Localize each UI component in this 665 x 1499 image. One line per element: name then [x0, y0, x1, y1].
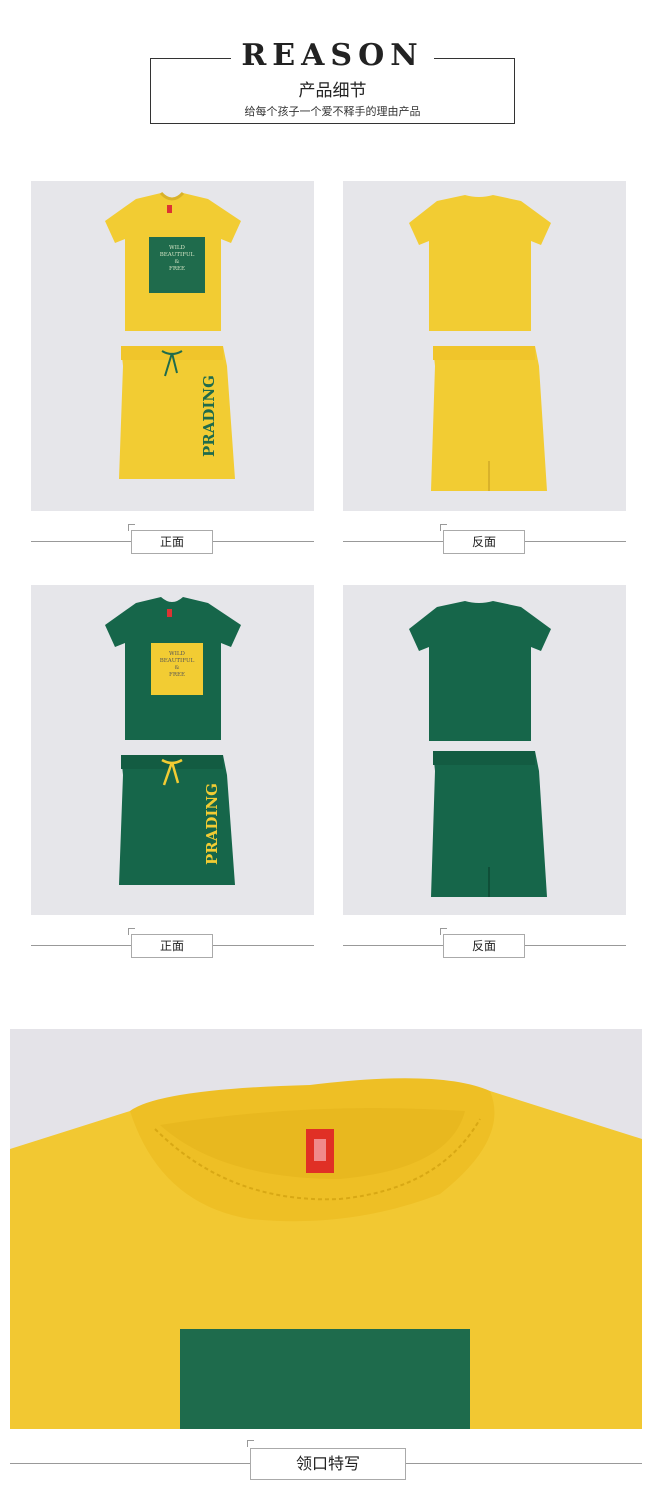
- caption-front: 正面: [131, 934, 213, 958]
- caption-back: 反面: [443, 530, 525, 554]
- skirt-print-text: PRADING: [203, 783, 221, 865]
- print-line-2: BEAUTIFUL: [160, 252, 195, 258]
- green-front-outfit-image: WILD BEAUTIFUL & FREE PRADING: [105, 597, 241, 885]
- photo-green-back: [343, 585, 626, 915]
- caption-front: 正面: [131, 530, 213, 554]
- caption-back: 反面: [443, 934, 525, 958]
- print-line-1: WILD: [169, 245, 185, 251]
- print-line-1: WILD: [169, 651, 185, 657]
- print-line-3: &: [175, 259, 180, 265]
- green-back-outfit-image: [409, 601, 551, 897]
- print-line-4: FREE: [169, 266, 185, 272]
- photo-collar-closeup: [10, 1029, 642, 1429]
- caption-collar-closeup: 领口特写: [250, 1448, 406, 1480]
- print-line-3: &: [175, 665, 180, 671]
- print-line-4: FREE: [169, 672, 185, 678]
- corner-mark: [247, 1440, 254, 1447]
- header-subtitle: 产品细节: [298, 81, 367, 101]
- collar-closeup-image: [10, 1029, 642, 1429]
- header-tagline: 给每个孩子一个爱不释手的理由产品: [244, 105, 421, 118]
- yellow-front-outfit-image: WILD BEAUTIFUL & FREE PRADING: [105, 191, 241, 479]
- header-title: REASON: [150, 38, 515, 73]
- photo-yellow-back: [343, 181, 626, 511]
- photo-green-front: WILD BEAUTIFUL & FREE PRADING: [31, 585, 314, 915]
- yellow-back-outfit-image: [409, 195, 551, 491]
- print-line-2: BEAUTIFUL: [160, 658, 195, 664]
- skirt-print-text: PRADING: [200, 375, 218, 457]
- photo-yellow-front: WILD BEAUTIFUL & FREE PRADING: [31, 181, 314, 511]
